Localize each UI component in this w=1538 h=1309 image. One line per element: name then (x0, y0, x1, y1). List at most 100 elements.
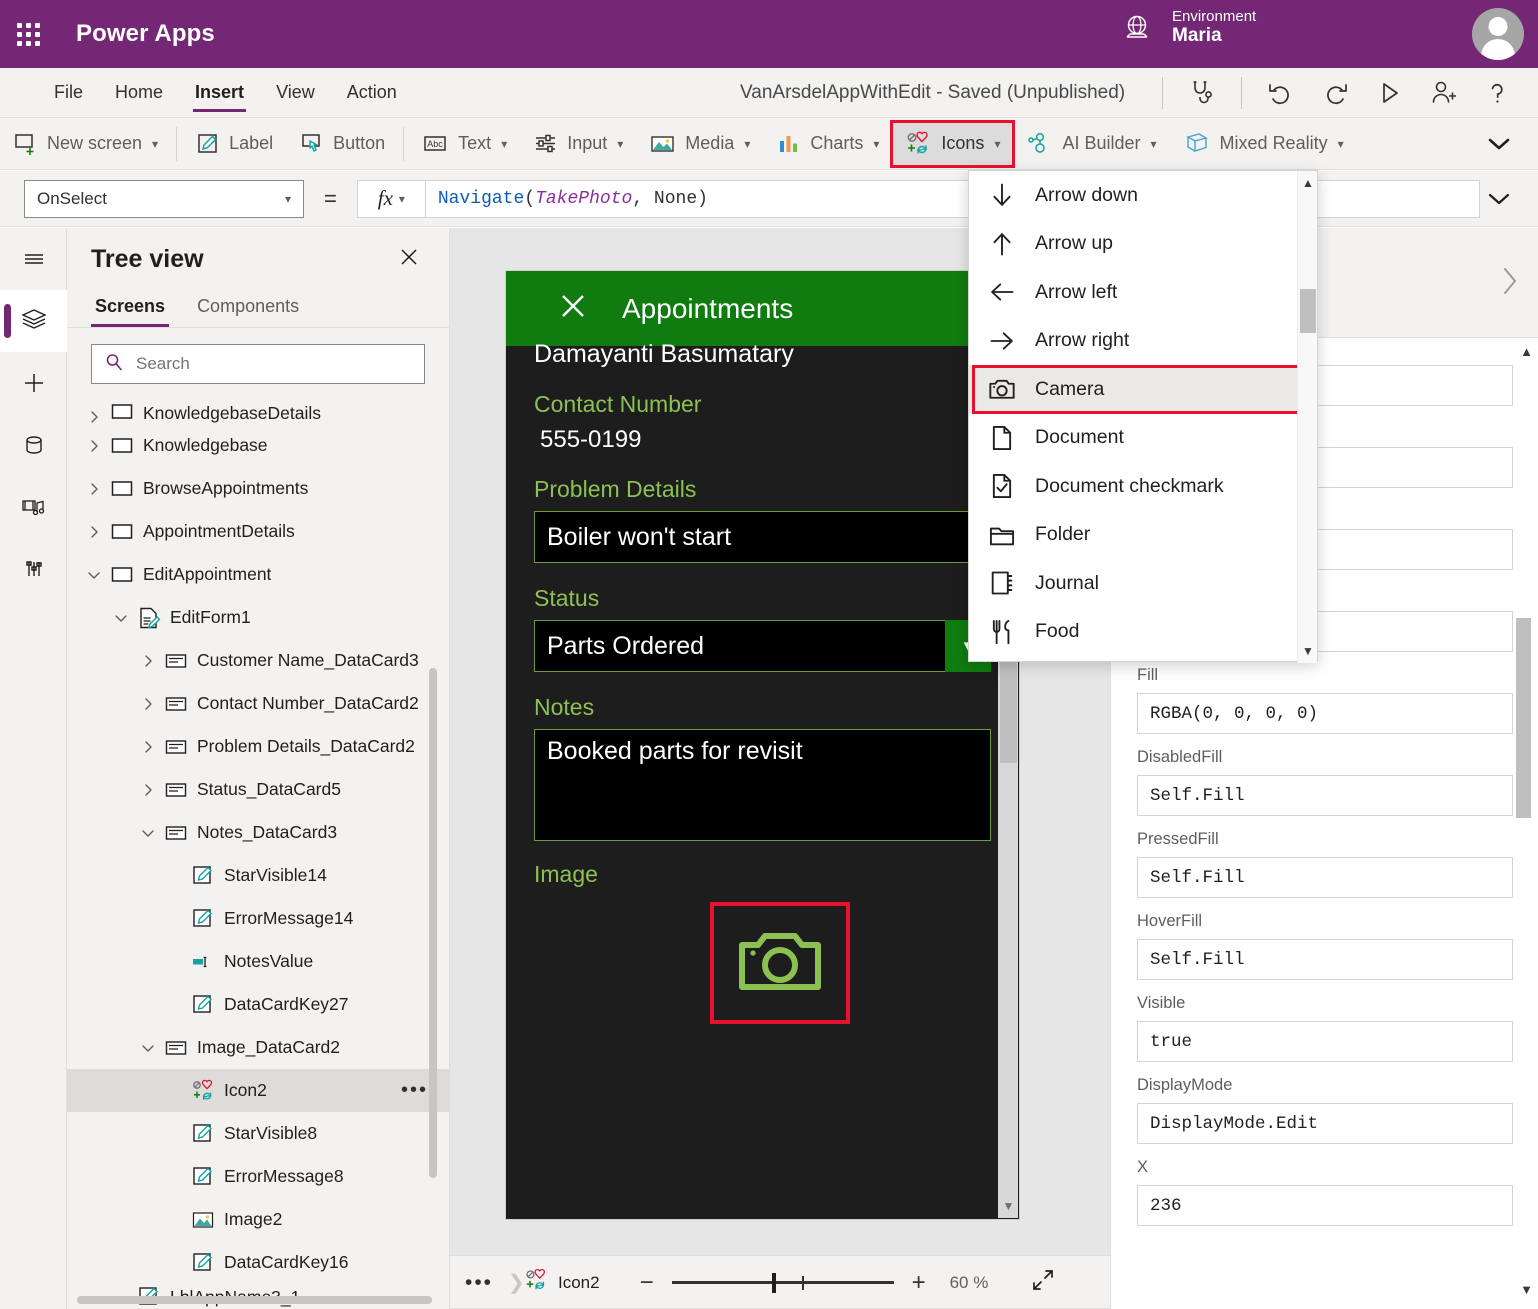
tree-node[interactable]: Customer Name_DataCard3 (67, 639, 450, 682)
tree-node[interactable]: DataCardKey27 (67, 983, 450, 1026)
avatar[interactable] (1472, 8, 1524, 60)
chevron-right-icon[interactable] (135, 740, 161, 754)
icons-dropdown-item-arrow-right[interactable]: Arrow right (969, 317, 1299, 366)
tree-node[interactable]: Contact Number_DataCard2 (67, 682, 450, 725)
scroll-down-arrow[interactable]: ▼ (1001, 1199, 1016, 1213)
tree-node[interactable]: ErrorMessage8 (67, 1155, 450, 1198)
chevron-down-icon[interactable] (81, 568, 107, 582)
menu-item-home[interactable]: Home (101, 68, 177, 117)
tree-node[interactable]: StarVisible8 (67, 1112, 450, 1155)
chevron-right-icon[interactable] (81, 410, 107, 424)
search-input[interactable] (134, 353, 412, 375)
tree-node[interactable]: ErrorMessage14 (67, 897, 450, 940)
status-dropdown[interactable]: Parts Ordered ▾ (534, 620, 991, 672)
zoom-slider-thumb[interactable] (772, 1273, 776, 1293)
problem-details-input[interactable]: Boiler won't start (534, 511, 991, 563)
icons-dropdown-item-folder[interactable]: Folder (969, 511, 1299, 560)
icons-dropdown-scrollbar[interactable]: ▲ ▼ (1297, 171, 1317, 663)
chevron-right-icon[interactable] (81, 525, 107, 539)
chevron-down-icon[interactable] (135, 1041, 161, 1055)
notes-textarea[interactable]: Booked parts for revisit (534, 729, 991, 841)
property-value-input[interactable]: 236 (1137, 1185, 1513, 1226)
menu-item-insert[interactable]: Insert (181, 68, 258, 117)
media-library-icon[interactable] (0, 476, 67, 538)
help-question-icon[interactable] (1472, 71, 1522, 115)
ribbon-charts-menu[interactable]: Charts ▾ (763, 122, 892, 166)
menu-item-view[interactable]: View (262, 68, 329, 117)
status-overflow-button[interactable]: ••• (450, 1271, 508, 1295)
property-value-input[interactable]: RGBA(0, 0, 0, 0) (1137, 693, 1513, 734)
tree-node[interactable]: Notes_DataCard3 (67, 811, 450, 854)
formula-input[interactable]: Navigate(TakePhoto, None) (425, 180, 1480, 218)
zoom-out-button[interactable]: − (636, 1271, 658, 1295)
tree-node[interactable]: EditForm1 (67, 596, 450, 639)
chevron-down-icon[interactable] (135, 826, 161, 840)
ribbon-text-menu[interactable]: Abc Text ▾ (409, 122, 520, 166)
tree-node[interactable]: Icon2••• (67, 1069, 450, 1112)
redo-icon[interactable] (1310, 71, 1360, 115)
menu-item-action[interactable]: Action (333, 68, 411, 117)
undo-icon[interactable] (1256, 71, 1306, 115)
menu-item-file[interactable]: File (40, 68, 97, 117)
chevron-down-icon[interactable] (108, 611, 134, 625)
check-app-health-icon[interactable] (1177, 71, 1227, 115)
scroll-up-arrow[interactable]: ▲ (1520, 344, 1533, 359)
advanced-tools-icon[interactable] (0, 538, 67, 600)
tree-node[interactable]: BrowseAppointments (67, 467, 450, 510)
property-value-input[interactable]: true (1137, 1021, 1513, 1062)
search-box[interactable] (91, 344, 425, 384)
waffle-grid-icon[interactable] (0, 23, 56, 46)
tab-screens[interactable]: Screens (91, 290, 169, 327)
scroll-down-arrow[interactable]: ▼ (1302, 644, 1314, 658)
chevron-right-icon[interactable] (135, 697, 161, 711)
properties-scrollbar-track[interactable] (1514, 340, 1532, 1303)
chevron-right-icon[interactable] (135, 783, 161, 797)
selected-camera-icon-control[interactable] (710, 902, 850, 1024)
ribbon-ai-builder-menu[interactable]: AI Builder ▾ (1013, 122, 1169, 166)
close-icon[interactable] (391, 239, 427, 280)
tree-node[interactable]: Image_DataCard2 (67, 1026, 450, 1069)
icons-dropdown-item-document[interactable]: Document (969, 414, 1299, 463)
property-select[interactable]: OnSelect ▾ (24, 180, 304, 218)
chevron-right-icon[interactable] (1501, 262, 1519, 305)
zoom-slider[interactable] (672, 1273, 894, 1293)
fx-button[interactable]: fx ▾ (357, 180, 425, 218)
tab-components[interactable]: Components (193, 290, 303, 327)
icons-dropdown-item-document-checkmark[interactable]: Document checkmark (969, 462, 1299, 511)
icons-dropdown-item-arrow-left[interactable]: Arrow left (969, 268, 1299, 317)
tree-node[interactable]: KnowledgebaseDetails (67, 394, 450, 424)
tree-node[interactable]: NotesValue (67, 940, 450, 983)
icons-dropdown-item-arrow-up[interactable]: Arrow up (969, 220, 1299, 269)
tree-node[interactable]: Status_DataCard5 (67, 768, 450, 811)
environment-selector[interactable]: Environment Maria (1120, 8, 1256, 47)
tree-view-scrollbar[interactable] (429, 668, 437, 1178)
tree-node[interactable]: StarVisible14 (67, 854, 450, 897)
tree-node[interactable]: Image2 (67, 1198, 450, 1241)
tree-node[interactable]: Knowledgebase (67, 424, 450, 467)
tree-view-horizontal-scrollbar[interactable] (77, 1296, 432, 1304)
chevron-right-icon[interactable] (81, 439, 107, 453)
icons-dropdown-item-camera[interactable]: Camera (969, 365, 1299, 414)
tree-node[interactable]: DataCardKey16 (67, 1241, 450, 1284)
rail-item-tree-view[interactable] (0, 290, 67, 352)
selected-control-breadcrumb[interactable]: Icon2 (524, 1268, 600, 1297)
scroll-down-arrow[interactable]: ▼ (1520, 1282, 1533, 1297)
fit-to-screen-icon[interactable] (1030, 1267, 1056, 1298)
icons-dropdown-item-arrow-down[interactable]: Arrow down (969, 171, 1299, 220)
ribbon-new-screen[interactable]: New screen ▾ (0, 122, 171, 166)
play-preview-icon[interactable] (1364, 71, 1414, 115)
tree-node[interactable]: Problem Details_DataCard2 (67, 725, 450, 768)
data-cylinder-icon[interactable] (0, 414, 67, 476)
brand-title[interactable]: Power Apps (76, 20, 215, 48)
property-value-input[interactable]: Self.Fill (1137, 857, 1513, 898)
property-value-input[interactable]: DisplayMode.Edit (1137, 1103, 1513, 1144)
chevron-right-icon[interactable] (81, 482, 107, 496)
tree-node-overflow-button[interactable]: ••• (401, 1079, 428, 1102)
zoom-in-button[interactable]: + (908, 1271, 930, 1295)
property-value-input[interactable]: Self.Fill (1137, 939, 1513, 980)
icons-dropdown-scroll-thumb[interactable] (1300, 289, 1316, 333)
chevron-right-icon[interactable] (135, 654, 161, 668)
ribbon-input-menu[interactable]: Input ▾ (520, 122, 636, 166)
icons-dropdown-item-food[interactable]: Food (969, 608, 1299, 657)
property-value-input[interactable]: Self.Fill (1137, 775, 1513, 816)
